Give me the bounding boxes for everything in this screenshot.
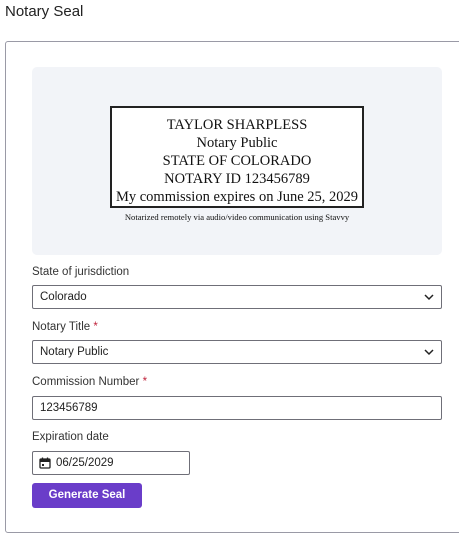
- expiration-date-label: Expiration date: [32, 431, 109, 443]
- expiration-date-label-text: Expiration date: [32, 431, 109, 443]
- required-mark: *: [93, 321, 98, 333]
- notary-title-label-text: Notary Title: [32, 321, 91, 333]
- page-title: Notary Seal: [5, 3, 84, 20]
- generate-seal-button[interactable]: Generate Seal: [32, 483, 142, 508]
- notary-seal-stamp: TAYLOR SHARPLESS Notary Public STATE OF …: [110, 106, 364, 208]
- chevron-down-icon: [424, 294, 434, 301]
- calendar-icon[interactable]: [39, 457, 51, 469]
- state-select-value: Colorado: [40, 291, 87, 303]
- state-select[interactable]: Colorado: [32, 285, 442, 309]
- state-label: State of jurisdiction: [32, 266, 129, 278]
- notary-title-label: Notary Title *: [32, 321, 98, 333]
- seal-notary-id: NOTARY ID 123456789: [164, 171, 310, 187]
- seal-name: TAYLOR SHARPLESS: [166, 117, 308, 133]
- expiration-date-value: 06/25/2029: [56, 457, 114, 469]
- seal-title: Notary Public: [196, 135, 278, 151]
- seal-commission-expiry: My commission expires on June 25, 2029: [115, 189, 359, 205]
- state-label-text: State of jurisdiction: [32, 266, 130, 278]
- seal-form-card: TAYLOR SHARPLESS Notary Public STATE OF …: [5, 41, 459, 533]
- commission-number-value: 123456789: [40, 402, 98, 414]
- seal-preview: TAYLOR SHARPLESS Notary Public STATE OF …: [32, 67, 442, 255]
- commission-number-label: Commission Number *: [32, 376, 147, 388]
- required-mark: *: [142, 376, 148, 388]
- notary-title-select-value: Notary Public: [40, 346, 109, 358]
- seal-state: STATE OF COLORADO: [162, 153, 312, 169]
- expiration-date-input[interactable]: 06/25/2029: [32, 451, 190, 475]
- commission-number-label-text: Commission Number: [32, 376, 140, 388]
- seal-remote-note: Notarized remotely via audio/video commu…: [124, 212, 350, 222]
- notary-title-select[interactable]: Notary Public: [32, 340, 442, 364]
- commission-number-input[interactable]: 123456789: [32, 396, 442, 420]
- chevron-down-icon: [424, 349, 434, 356]
